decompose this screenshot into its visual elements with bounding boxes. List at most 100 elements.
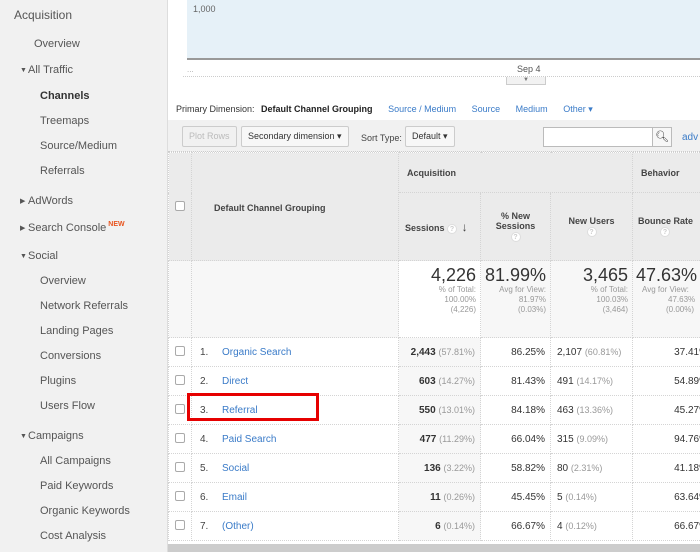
caret-down-icon[interactable]: ▼ bbox=[20, 253, 28, 260]
sidebar-item-overview[interactable]: Overview bbox=[34, 38, 80, 50]
sidebar-item-organic-keywords[interactable]: Organic Keywords bbox=[40, 505, 130, 517]
table-row: 5. Social 136 (3.22%) 58.82% 80 (2.31%) 41.18… bbox=[168, 453, 700, 483]
sidebar-item-conversions[interactable]: Conversions bbox=[40, 350, 101, 362]
bounce-rate-cell: 94.76% bbox=[632, 424, 700, 454]
select-all-checkbox[interactable] bbox=[175, 200, 185, 211]
highlight-box bbox=[187, 393, 319, 421]
sidebar-item-network-referrals[interactable]: Network Referrals bbox=[40, 300, 128, 312]
bounce-rate-cell: 63.64% bbox=[632, 482, 700, 512]
channel-cell: 2. Direct bbox=[191, 366, 399, 396]
sidebar-item-referrals[interactable]: Referrals bbox=[40, 165, 85, 177]
dimension-link-source-medium[interactable]: Source / Medium bbox=[388, 104, 456, 114]
dimension-link-source[interactable]: Source bbox=[472, 104, 501, 114]
channel-link[interactable]: Paid Search bbox=[222, 434, 276, 445]
row-checkbox[interactable] bbox=[175, 519, 185, 530]
sessions-cell: 11 (0.26%) bbox=[398, 482, 481, 512]
sidebar-item-plugins[interactable]: Plugins bbox=[40, 375, 76, 387]
row-checkbox[interactable] bbox=[175, 403, 185, 414]
help-icon[interactable]: ? bbox=[586, 227, 597, 237]
new-users-percent: (60.81%) bbox=[584, 346, 622, 357]
sidebar-item-treemaps[interactable]: Treemaps bbox=[40, 115, 89, 127]
sidebar-item-paid-keywords[interactable]: Paid Keywords bbox=[40, 480, 113, 492]
sidebar-item-source-medium[interactable]: Source/Medium bbox=[40, 140, 117, 152]
chevron-down-icon: ▼ bbox=[523, 77, 529, 83]
chart-collapse-toggle[interactable]: ▼ bbox=[506, 77, 546, 85]
sidebar-item-channels[interactable]: Channels bbox=[40, 90, 90, 102]
sidebar-item-label: Overview bbox=[34, 38, 80, 50]
sessions-percent: (11.29%) bbox=[439, 433, 475, 444]
dimension-link-medium[interactable]: Medium bbox=[516, 104, 548, 114]
col-header-bounce-rate[interactable]: Bounce Rate? bbox=[632, 192, 700, 261]
row-rank: 2. bbox=[200, 375, 209, 387]
channel-link[interactable]: Email bbox=[222, 492, 247, 503]
caret-down-icon[interactable]: ▼ bbox=[20, 433, 28, 440]
totals-row: 4,226% of Total: 100.00% (4,226) 81.99% Avg… bbox=[168, 260, 700, 338]
table-search-input[interactable] bbox=[543, 127, 653, 147]
section-label: Acquisition bbox=[14, 8, 73, 22]
total-bounce-rate: 47.63% Avg for View: 47.63% (0.00%) bbox=[632, 260, 700, 338]
help-icon[interactable]: ? bbox=[660, 227, 671, 237]
sidebar-item-overview[interactable]: Overview bbox=[40, 275, 86, 287]
col-header-new-users[interactable]: New Users? bbox=[549, 192, 634, 261]
bounce-rate-cell: 66.67% bbox=[632, 511, 700, 541]
dimension-header[interactable]: Default Channel Grouping bbox=[191, 152, 399, 261]
sessions-percent: (0.14%) bbox=[443, 520, 475, 531]
col-header-pct-new-sessions[interactable]: % New Sessions? bbox=[480, 192, 551, 261]
sidebar-nav: Acquisition Overview ▼All Traffic Channels… bbox=[0, 0, 168, 552]
sidebar-item-cost-analysis[interactable]: Cost Analysis bbox=[40, 530, 106, 542]
row-checkbox[interactable] bbox=[175, 345, 185, 356]
advanced-filter-link[interactable]: adv bbox=[682, 132, 698, 143]
sidebar-item-social[interactable]: ▼Social bbox=[20, 250, 58, 262]
channel-link[interactable]: Direct bbox=[222, 376, 248, 387]
sidebar-item-campaigns[interactable]: ▼Campaigns bbox=[20, 430, 84, 442]
sessions-value: 6 bbox=[435, 520, 441, 532]
row-checkbox-cell bbox=[168, 511, 192, 541]
sidebar-item-label: All Traffic bbox=[28, 64, 74, 76]
bounce-rate-cell: 41.18% bbox=[632, 453, 700, 483]
plot-rows-button[interactable]: Plot Rows bbox=[182, 126, 237, 147]
sidebar-item-label: Cost Analysis bbox=[40, 530, 107, 542]
sidebar-item-users-flow[interactable]: Users Flow bbox=[40, 400, 95, 412]
row-checkbox[interactable] bbox=[175, 374, 185, 385]
new-users-cell: 491 (14.17%) bbox=[549, 366, 634, 396]
caret-right-icon[interactable]: ▶ bbox=[20, 224, 28, 232]
table-row: 1. Organic Search 2,443 (57.81%) 86.25% 2,10… bbox=[168, 337, 700, 367]
row-checkbox[interactable] bbox=[175, 461, 185, 472]
col-label: New Users bbox=[568, 216, 615, 226]
help-icon[interactable]: ? bbox=[510, 232, 521, 242]
sidebar-section-acquisition[interactable]: Acquisition bbox=[14, 8, 72, 22]
sort-type-dropdown[interactable]: Default ▾ bbox=[405, 126, 455, 147]
sidebar-item-landing-pages[interactable]: Landing Pages bbox=[40, 325, 113, 337]
sessions-value: 603 bbox=[419, 375, 436, 387]
sidebar-item-search-console[interactable]: ▶ Search Console NEW bbox=[20, 221, 125, 234]
horizontal-scrollbar[interactable] bbox=[168, 544, 700, 552]
primary-dimension-current: Default Channel Grouping bbox=[261, 104, 373, 114]
sidebar-item-all-traffic[interactable]: ▼All Traffic bbox=[20, 64, 73, 76]
caret-right-icon[interactable]: ▶ bbox=[20, 197, 28, 205]
search-icon: 🔍︎ bbox=[655, 131, 669, 143]
search-button[interactable]: 🔍︎ bbox=[653, 127, 672, 147]
table-row: 7.(Other)6 (0.14%)66.67%4 (0.12%)66.67% bbox=[168, 511, 700, 541]
sidebar-item-all-campaigns[interactable]: All Campaigns bbox=[40, 455, 111, 467]
sidebar-item-label: Campaigns bbox=[28, 430, 84, 442]
sessions-value: 11 bbox=[430, 491, 441, 503]
sidebar-item-adwords[interactable]: ▶ AdWords bbox=[20, 195, 73, 207]
channel-link[interactable]: Social bbox=[222, 463, 249, 474]
channel-link[interactable]: Organic Search bbox=[222, 347, 291, 358]
col-header-sessions[interactable]: Sessions ? ↓ bbox=[398, 192, 481, 261]
sessions-percent: (14.27%) bbox=[438, 375, 475, 386]
x-axis: ... Sep 4 bbox=[183, 62, 700, 77]
row-checkbox[interactable] bbox=[175, 490, 185, 501]
dimension-link-other[interactable]: Other ▾ bbox=[563, 104, 593, 114]
secondary-dimension-dropdown[interactable]: Secondary dimension ▾ bbox=[241, 126, 349, 147]
caret-down-icon[interactable]: ▼ bbox=[20, 67, 28, 74]
help-icon[interactable]: ? bbox=[447, 223, 458, 234]
total-pct-new-sessions: 81.99% Avg for View: 81.97% (0.03%) bbox=[480, 260, 551, 338]
row-checkbox[interactable] bbox=[175, 432, 185, 443]
channel-cell: 6. Email bbox=[191, 482, 399, 512]
sidebar-item-label: Overview bbox=[40, 275, 86, 287]
sessions-value: 2,443 bbox=[410, 346, 436, 358]
row-rank: 6. bbox=[200, 491, 209, 503]
channel-link[interactable]: (Other) bbox=[222, 521, 254, 532]
channel-cell: 1. Organic Search bbox=[191, 337, 399, 367]
